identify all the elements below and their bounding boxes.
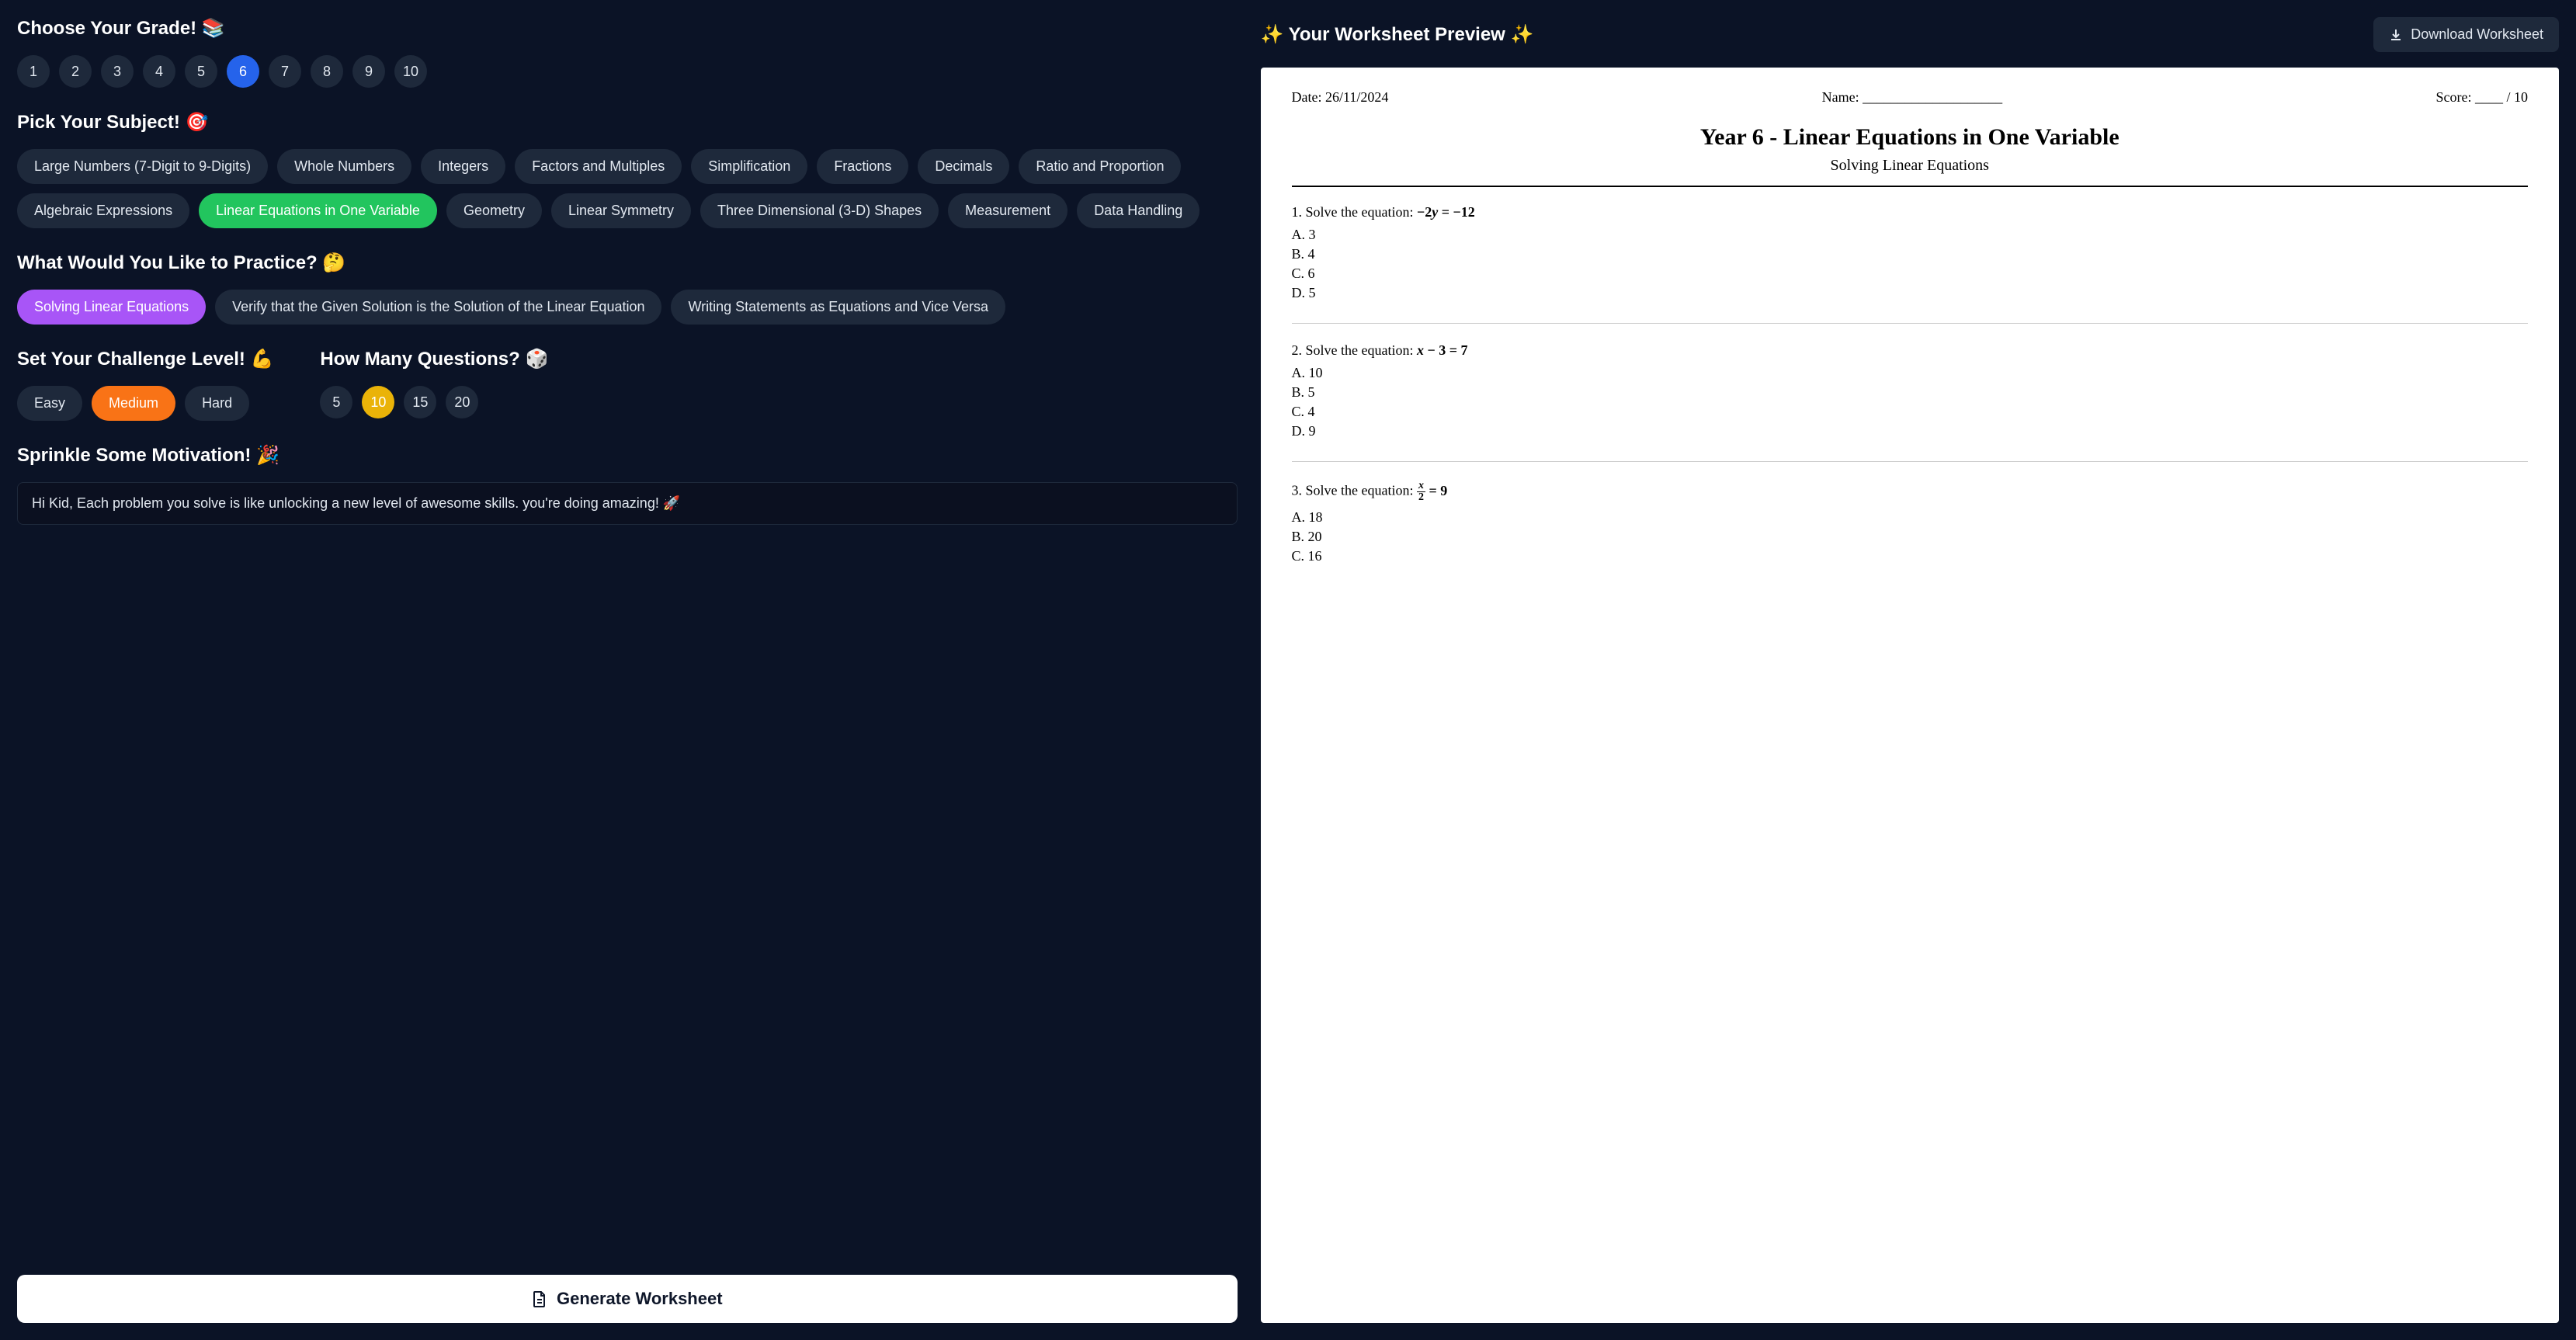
grades-row: 123456789 10 [17,55,1238,88]
download-icon [2389,28,2403,42]
subjects-option[interactable]: Factors and Multiples [515,149,682,184]
subjects-option[interactable]: Integers [421,149,505,184]
question-option: D. 9 [1292,423,2528,439]
grades-option[interactable]: 2 [59,55,92,88]
generate-worksheet-button[interactable]: Generate Worksheet [17,1275,1238,1323]
subjects-option[interactable]: Ratio and Proportion [1019,149,1181,184]
grades-option[interactable]: 7 [269,55,301,88]
subjects-option[interactable]: Measurement [948,193,1068,228]
grades-option[interactable]: 3 [101,55,134,88]
subjects-option[interactable]: Linear Equations in One Variable [199,193,437,228]
question-separator [1292,323,2528,324]
subjects-option[interactable]: Linear Symmetry [551,193,691,228]
subject-title: Pick Your Subject! 🎯 [17,111,1238,134]
practices-option[interactable]: Writing Statements as Equations and Vice… [671,290,1005,325]
motivation-title: Sprinkle Some Motivation! 🎉 [17,444,1238,467]
worksheet-title: Year 6 - Linear Equations in One Variabl… [1292,124,2528,151]
questions-container: 1. Solve the equation: −2y = −12 A. 3 B. 4… [1292,204,2528,564]
worksheet-score: Score: ____ / 10 [2435,89,2528,106]
counts-option[interactable]: 20 [446,386,478,418]
subjects-option[interactable]: Decimals [918,149,1009,184]
levels-option[interactable]: Easy [17,386,82,421]
preview-title: ✨ Your Worksheet Preview ✨ [1261,23,1534,46]
question-option: A. 18 [1292,509,2528,526]
question-option: D. 5 [1292,285,2528,301]
worksheet-date: Date: 26/11/2024 [1292,89,1389,106]
practices-row: Solving Linear Equations Verify that the … [17,290,1238,325]
grades-option[interactable]: 5 [185,55,217,88]
subjects-option[interactable]: Geometry [446,193,542,228]
grade-title: Choose Your Grade! 📚 [17,17,1238,40]
subjects-option[interactable]: Simplification [691,149,807,184]
practices-option[interactable]: Solving Linear Equations [17,290,206,325]
grades-option[interactable]: 8 [311,55,343,88]
subjects-row: Large Numbers (7-Digit to 9-Digits) Whole… [17,149,1238,228]
question-option: C. 16 [1292,548,2528,564]
question-text: 2. Solve the equation: x − 3 = 7 [1292,342,2528,359]
question-text: 3. Solve the equation: x2 = 9 [1292,481,2528,503]
subjects-option[interactable]: Three Dimensional (3-D) Shapes [700,193,939,228]
levels-option[interactable]: Medium [92,386,175,421]
subjects-option[interactable]: Fractions [817,149,908,184]
counts-option[interactable]: 15 [404,386,436,418]
generate-label: Generate Worksheet [557,1289,723,1309]
question-option: C. 6 [1292,266,2528,282]
count-title: How Many Questions? 🎲 [320,348,548,370]
counts-option[interactable]: 5 [320,386,352,418]
subjects-option[interactable]: Whole Numbers [277,149,411,184]
question-text: 1. Solve the equation: −2y = −12 [1292,204,2528,220]
worksheet-preview: Date: 26/11/2024 Name: _________________… [1261,68,2559,1323]
document-icon [532,1290,547,1307]
question: 1. Solve the equation: −2y = −12 A. 3 B. 4… [1292,204,2528,301]
question-option: B. 4 [1292,246,2528,262]
download-label: Download Worksheet [2411,26,2543,43]
subjects-option[interactable]: Data Handling [1077,193,1199,228]
practice-title: What Would You Like to Practice? 🤔 [17,252,1238,274]
worksheet-name: Name: ____________________ [1822,89,2002,106]
grades-option[interactable]: 1 [17,55,50,88]
question-option: A. 10 [1292,365,2528,381]
challenge-title: Set Your Challenge Level! 💪 [17,348,273,370]
worksheet-divider [1292,186,2528,187]
levels-row: Easy Medium Hard [17,386,273,421]
counts-row: 5 10 15 20 [320,386,548,418]
subjects-option[interactable]: Algebraic Expressions [17,193,189,228]
motivation-input[interactable] [17,482,1238,525]
grades-option[interactable]: 9 [352,55,385,88]
practices-option[interactable]: Verify that the Given Solution is the So… [215,290,661,325]
subjects-option[interactable]: Large Numbers (7-Digit to 9-Digits) [17,149,268,184]
question: 2. Solve the equation: x − 3 = 7 A. 10 B. … [1292,342,2528,439]
question-separator [1292,461,2528,462]
counts-option[interactable]: 10 [362,386,394,418]
question-option: A. 3 [1292,227,2528,243]
download-worksheet-button[interactable]: Download Worksheet [2373,17,2559,52]
question-option: B. 20 [1292,529,2528,545]
grades-option[interactable]: 4 [143,55,175,88]
question: 3. Solve the equation: x2 = 9 A. 18 B. 20 C… [1292,481,2528,564]
levels-option[interactable]: Hard [185,386,249,421]
grades-option[interactable]: 10 [394,55,427,88]
grades-option[interactable]: 6 [227,55,259,88]
question-option: C. 4 [1292,404,2528,420]
question-option: B. 5 [1292,384,2528,401]
worksheet-subtitle: Solving Linear Equations [1292,157,2528,175]
